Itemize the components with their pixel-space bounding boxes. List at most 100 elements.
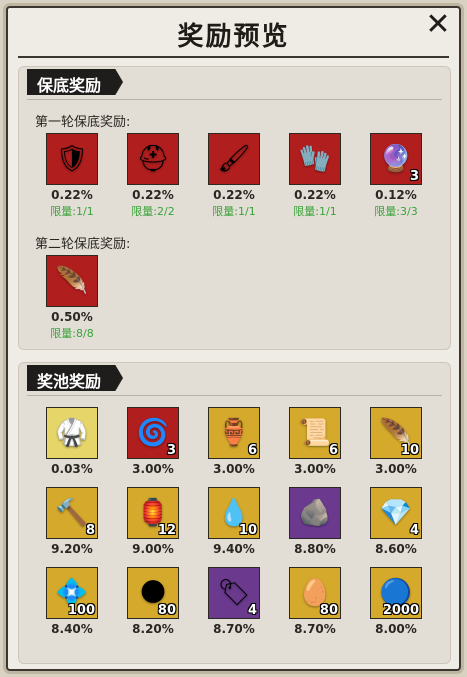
item-count: 10: [400, 443, 419, 458]
item-glyph: 🧤: [298, 144, 332, 174]
item-probability: 9.00%: [132, 542, 174, 556]
item-probability: 8.80%: [294, 542, 336, 556]
reward-item[interactable]: 💠 100 8.40%: [41, 567, 103, 636]
incense-pot-icon[interactable]: 🏮 12: [127, 487, 179, 539]
reward-item[interactable]: 🖌 0.22% 限量:1/1: [203, 133, 265, 219]
item-glyph: 🛡: [55, 144, 89, 174]
reward-preview-window: 奖励预览 ✕ 保底奖励 第一轮保底奖励: 🛡 0.22% 限量:1/1 ⛑ 0.22% 限…: [6, 6, 461, 671]
reward-item[interactable]: 🪨 8.80%: [284, 487, 346, 556]
swirl-token-icon[interactable]: 🌀 3: [127, 407, 179, 459]
item-limit: 限量:1/1: [50, 205, 94, 218]
item-glyph: ⛑: [136, 144, 170, 174]
reward-item[interactable]: 💎 4 8.60%: [365, 487, 427, 556]
item-probability: 9.20%: [51, 542, 93, 556]
gauntlet-icon[interactable]: 🧤: [289, 133, 341, 185]
orb-icon[interactable]: 🔮 3: [370, 133, 422, 185]
item-probability: 8.40%: [51, 622, 93, 636]
ore-crystal-icon[interactable]: 🪨: [289, 487, 341, 539]
reward-item[interactable]: 🔮 3 0.12% 限量:3/3: [365, 133, 427, 219]
item-probability: 3.00%: [375, 462, 417, 476]
reward-item[interactable]: 🧤 0.22% 限量:1/1: [284, 133, 346, 219]
item-glyph: 🪶: [55, 266, 89, 296]
brush-icon[interactable]: 🖌: [208, 133, 260, 185]
blue-orb-icon[interactable]: 🔵 2000: [370, 567, 422, 619]
item-probability: 3.00%: [132, 462, 174, 476]
reward-item[interactable]: 🥋 0.03%: [41, 407, 103, 476]
item-glyph: 🪨: [298, 498, 332, 528]
item-probability: 0.22%: [132, 188, 174, 202]
item-probability: 8.20%: [132, 622, 174, 636]
item-probability: 0.50%: [51, 310, 93, 324]
item-count: 4: [247, 603, 257, 618]
reward-item[interactable]: 🏮 12 9.00%: [122, 487, 184, 556]
jade-scroll-icon[interactable]: 🏷 4: [208, 567, 260, 619]
guarantee-section: 保底奖励 第一轮保底奖励: 🛡 0.22% 限量:1/1 ⛑ 0.22% 限量:2/2 🖌 0…: [18, 66, 451, 350]
window-title: 奖励预览: [177, 22, 290, 52]
item-count: 100: [67, 603, 95, 618]
item-glyph: 🏷: [217, 578, 251, 608]
spirit-flame-icon[interactable]: 💧 10: [208, 487, 260, 539]
scroll-ticket-icon[interactable]: 📜 6: [289, 407, 341, 459]
golden-wing-icon[interactable]: 🪶: [46, 255, 98, 307]
gold-fragment-icon[interactable]: 🪶 10: [370, 407, 422, 459]
item-count: 2000: [382, 603, 419, 618]
item-glyph: 💎: [379, 498, 413, 528]
reward-item[interactable]: ⛑ 0.22% 限量:2/2: [122, 133, 184, 219]
item-limit: 限量:3/3: [374, 205, 418, 218]
item-probability: 0.22%: [51, 188, 93, 202]
hammer-icon[interactable]: 🔨 8: [46, 487, 98, 539]
item-probability: 8.70%: [294, 622, 336, 636]
item-limit: 限量:8/8: [50, 327, 94, 340]
item-glyph: 🥋: [55, 418, 89, 448]
round2-label: 第二轮保底奖励:: [35, 237, 131, 252]
red-gem-icon[interactable]: 💎 4: [370, 487, 422, 539]
reward-item[interactable]: 🪶 0.50% 限量:8/8: [41, 255, 103, 341]
section-divider: [27, 99, 442, 100]
item-count: 80: [319, 603, 338, 618]
reward-item[interactable]: 📜 6 3.00%: [284, 407, 346, 476]
reward-item[interactable]: 🏺 6 3.00%: [203, 407, 265, 476]
item-glyph: 📜: [298, 418, 332, 448]
close-icon[interactable]: ✕: [421, 8, 455, 42]
round1-label: 第一轮保底奖励:: [35, 115, 131, 130]
item-probability: 0.12%: [375, 188, 417, 202]
item-glyph: 🏺: [217, 418, 251, 448]
reward-item[interactable]: 🔨 8 9.20%: [41, 487, 103, 556]
item-count: 80: [157, 603, 176, 618]
item-probability: 8.60%: [375, 542, 417, 556]
item-glyph: 🖌: [217, 144, 251, 174]
pink-crystal-icon[interactable]: 💠 100: [46, 567, 98, 619]
dark-ore-icon[interactable]: 🌑 80: [127, 567, 179, 619]
pool-section: 奖池奖励 🥋 0.03% 🌀 3 3.00% 🏺 6 3.00% 📜 6 3.00% 🪶 10 3.00%…: [18, 362, 451, 664]
reward-item[interactable]: 🪶 10 3.00%: [365, 407, 427, 476]
item-probability: 0.22%: [213, 188, 255, 202]
item-count: 10: [238, 523, 257, 538]
pool-header: 奖池奖励: [27, 365, 124, 391]
item-count: 3: [166, 443, 176, 458]
reward-item[interactable]: 🛡 0.22% 限量:1/1: [41, 133, 103, 219]
title-divider: [18, 56, 449, 58]
reward-item[interactable]: 🌀 3 3.00%: [122, 407, 184, 476]
reward-item[interactable]: 💧 10 9.40%: [203, 487, 265, 556]
section-divider: [27, 395, 442, 396]
reward-item[interactable]: 🌑 80 8.20%: [122, 567, 184, 636]
item-probability: 8.00%: [375, 622, 417, 636]
helmet-icon[interactable]: ⛑: [127, 133, 179, 185]
armor-icon[interactable]: 🛡: [46, 133, 98, 185]
item-probability: 8.70%: [213, 622, 255, 636]
item-probability: 3.00%: [213, 462, 255, 476]
reward-item[interactable]: 🥚 80 8.70%: [284, 567, 346, 636]
egg-icon[interactable]: 🥚 80: [289, 567, 341, 619]
potion-jar-icon[interactable]: 🏺 6: [208, 407, 260, 459]
item-probability: 3.00%: [294, 462, 336, 476]
item-count: 6: [328, 443, 338, 458]
item-count: 8: [85, 523, 95, 538]
item-probability: 0.22%: [294, 188, 336, 202]
item-glyph: 🔨: [55, 498, 89, 528]
armor-set-icon[interactable]: 🥋: [46, 407, 98, 459]
reward-item[interactable]: 🔵 2000 8.00%: [365, 567, 427, 636]
item-count: 4: [409, 523, 419, 538]
item-count: 12: [157, 523, 176, 538]
reward-item[interactable]: 🏷 4 8.70%: [203, 567, 265, 636]
item-glyph: 🔮: [379, 144, 413, 174]
